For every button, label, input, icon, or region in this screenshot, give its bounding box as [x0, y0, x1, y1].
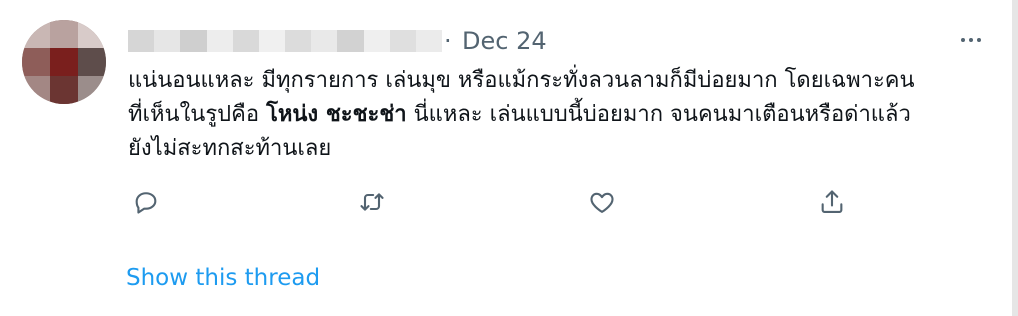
show-thread-link[interactable]: Show this thread [126, 262, 320, 294]
heart-icon[interactable] [584, 184, 620, 220]
tweet-text: แน่นอนแหละ มีทุกรายการ เล่นมุข หรือแม้กร… [128, 64, 988, 166]
avatar-pixel [78, 76, 106, 104]
avatar-pixel [22, 20, 50, 48]
tweet-text-line2-end: นี่แหละ เล่นแบบนี้บ่อยมาก จนคนมาเตือนหรื… [406, 102, 911, 127]
tweet-card[interactable]: · Dec 24 แน่นอนแหละ มีทุกรายการ เล่นมุข … [0, 0, 1018, 316]
more-icon[interactable] [955, 24, 987, 56]
window-edge [1012, 0, 1018, 316]
tweet-text-bold-name: โหน่ง ชะชะช่า [266, 102, 407, 127]
avatar-pixel [78, 20, 106, 48]
share-icon[interactable] [814, 184, 850, 220]
avatar-pixel [50, 20, 78, 48]
avatar-pixel [78, 48, 106, 76]
avatar-pixel [22, 76, 50, 104]
retweet-icon[interactable] [354, 184, 390, 220]
tweet-date[interactable]: Dec 24 [462, 26, 547, 56]
tweet-text-line2-start: ที่เห็นในรูปคือ [128, 102, 267, 127]
avatar-pixel [22, 48, 50, 76]
blurred-display-name[interactable] [128, 30, 443, 52]
avatar[interactable] [22, 20, 106, 104]
header-separator: · [444, 27, 452, 55]
tweet-text-line1: แน่นอนแหละ มีทุกรายการ เล่นมุข หรือแม้กร… [128, 68, 915, 93]
avatar-pixel [50, 76, 78, 104]
reply-icon[interactable] [128, 184, 164, 220]
avatar-pixel [50, 48, 78, 76]
tweet-actions [128, 184, 868, 224]
tweet-text-line3: ยังไม่สะทกสะท้านเลย [128, 136, 332, 161]
